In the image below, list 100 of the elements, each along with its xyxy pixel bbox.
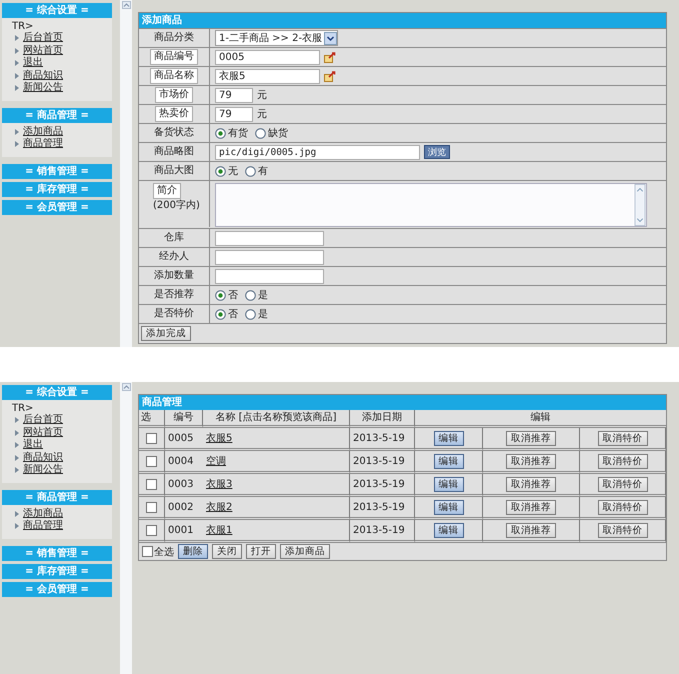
submit-button[interactable]: 添加完成 <box>141 326 191 341</box>
field-label: 仓库 <box>164 231 184 245</box>
bullet-icon <box>15 128 19 135</box>
field-label: 是否特价 <box>154 307 194 321</box>
bullet-icon <box>15 442 19 448</box>
action-button[interactable]: 编辑 <box>434 430 464 446</box>
action-button[interactable]: 取消推荐 <box>506 430 556 446</box>
radio-label: 有货 <box>228 127 248 140</box>
action-button[interactable]: 编辑 <box>434 476 464 492</box>
bullet-icon <box>15 35 19 42</box>
bullet-icon <box>15 510 19 517</box>
menu-link[interactable]: 商品知识 <box>23 452 63 464</box>
checkbox[interactable] <box>146 524 157 536</box>
browse-button[interactable]: 浏览 <box>424 145 450 159</box>
action-button[interactable]: 取消特价 <box>598 454 648 468</box>
radio-label: 缺货 <box>268 126 288 140</box>
field-label: 商品略图 <box>154 145 194 159</box>
field-note: (200字内) <box>153 199 200 212</box>
radio-label: 否 <box>228 308 238 321</box>
category-dropdown[interactable]: 1-二手商品 >> 2-衣服 <box>215 30 338 46</box>
menu-link[interactable]: 添加商品 <box>23 508 63 520</box>
menu-link[interactable]: 商品管理 <box>23 138 63 150</box>
bullet-icon <box>15 60 19 66</box>
menu-link[interactable]: 商品管理 <box>23 520 63 532</box>
field-label: 热卖价 <box>155 106 193 122</box>
input-field[interactable]: 79 <box>215 88 253 102</box>
input-field[interactable]: 79 <box>215 106 253 122</box>
menu-link[interactable]: 添加商品 <box>23 126 63 138</box>
checkbox[interactable] <box>142 546 153 557</box>
input-field[interactable] <box>215 268 324 284</box>
radio-label: 否 <box>228 289 238 302</box>
column-header: 名称 [点击名称预览该商品] <box>203 410 350 428</box>
scrollbar-drawing <box>634 184 646 226</box>
radio-button[interactable] <box>215 308 226 320</box>
action-button[interactable]: 取消特价 <box>598 430 648 446</box>
menu-link[interactable]: 网站首页 <box>23 426 63 439</box>
action-button[interactable]: 编辑 <box>434 500 464 514</box>
action-button[interactable]: 取消特价 <box>598 500 648 514</box>
radio-button[interactable] <box>255 128 266 138</box>
menu-link[interactable]: 后台首页 <box>23 414 63 426</box>
checkbox[interactable] <box>146 456 157 466</box>
input-field[interactable] <box>215 250 324 264</box>
table-cell: 0005 <box>165 428 203 451</box>
input-field[interactable]: 衣服5 <box>215 68 320 84</box>
menu-link[interactable]: 退出 <box>23 439 43 452</box>
menu-link[interactable]: 新闻公告 <box>23 464 63 476</box>
file-path-field[interactable]: pic/digi/0005.jpg <box>215 144 420 160</box>
radio-button[interactable] <box>245 290 256 300</box>
checkbox[interactable] <box>146 478 157 490</box>
menu-link[interactable]: 退出 <box>23 57 43 70</box>
bullet-icon <box>15 417 19 424</box>
breadcrumb-label: TR> <box>12 21 34 32</box>
field-label: 经办人 <box>159 250 189 264</box>
action-button[interactable]: 取消推荐 <box>506 476 556 492</box>
radio-label: 是 <box>258 308 268 321</box>
product-link[interactable]: 衣服5 <box>206 431 232 445</box>
input-field[interactable] <box>215 230 324 246</box>
action-button[interactable]: 取消特价 <box>598 476 648 492</box>
bullet-icon <box>15 141 19 148</box>
column-header: 选 <box>139 410 165 428</box>
action-button[interactable]: 取消推荐 <box>506 454 556 468</box>
toolbar-button[interactable]: 关闭 <box>212 544 242 559</box>
product-link[interactable]: 衣服3 <box>206 477 232 491</box>
toolbar-button[interactable]: 删除 <box>178 544 208 559</box>
scroll-up-icon <box>122 1 130 9</box>
menu-link[interactable]: 新闻公告 <box>23 82 63 94</box>
radio-button[interactable] <box>215 128 226 138</box>
product-link[interactable]: 衣服1 <box>206 523 232 537</box>
column-header: 编号 <box>165 410 203 428</box>
breadcrumb-label: TR> <box>12 403 34 414</box>
input-field[interactable]: 0005 <box>215 50 320 64</box>
table-cell: 2013-5-19 <box>350 497 415 520</box>
toolbar-button[interactable]: 打开 <box>246 544 276 559</box>
field-label: 备货状态 <box>154 126 194 140</box>
action-button[interactable]: 取消特价 <box>598 522 648 538</box>
field-label: 市场价 <box>155 87 193 103</box>
scroll-up-icon <box>122 383 130 391</box>
toolbar-button[interactable]: 添加商品 <box>280 544 330 559</box>
bullet-icon <box>15 467 19 474</box>
action-button[interactable]: 取消推荐 <box>506 500 556 514</box>
action-button[interactable]: 编辑 <box>434 454 464 468</box>
radio-button[interactable] <box>215 290 226 300</box>
action-button[interactable]: 编辑 <box>434 522 464 538</box>
radio-button[interactable] <box>215 166 226 176</box>
checkbox[interactable] <box>146 502 157 512</box>
field-label: 简介 <box>153 183 181 199</box>
radio-button[interactable] <box>245 166 256 176</box>
product-link[interactable]: 衣服2 <box>206 500 232 514</box>
product-link[interactable]: 空调 <box>206 454 226 468</box>
checkbox[interactable] <box>146 432 157 444</box>
action-button[interactable]: 取消推荐 <box>506 522 556 538</box>
menu-link[interactable]: 后台首页 <box>23 32 63 44</box>
radio-button[interactable] <box>245 308 256 320</box>
menu-link[interactable]: 商品知识 <box>23 70 63 82</box>
table-cell: 2013-5-19 <box>350 451 415 474</box>
column-header: 编辑 <box>415 410 666 428</box>
menu-link[interactable]: 网站首页 <box>23 44 63 57</box>
bullet-icon <box>15 85 19 92</box>
field-label: 是否推荐 <box>154 288 194 302</box>
panel-title: 添加商品 <box>139 13 666 28</box>
